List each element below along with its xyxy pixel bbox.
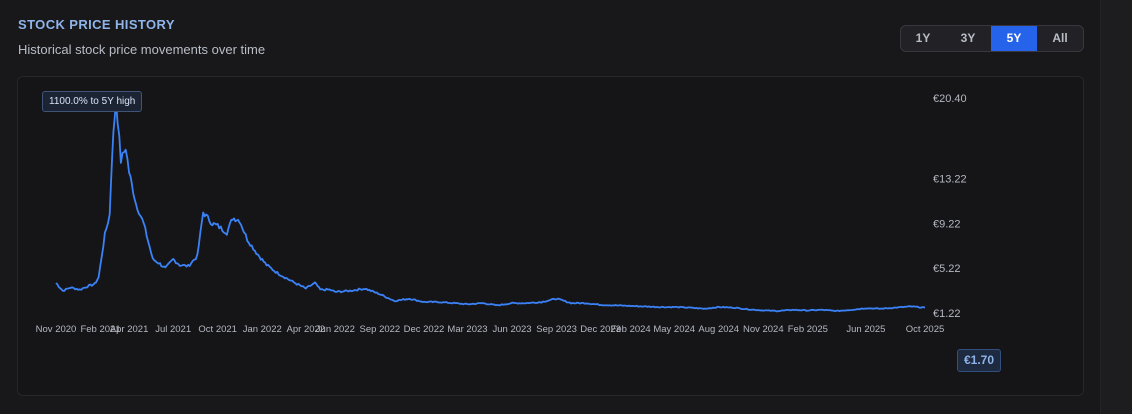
- x-tick-label: Sep 2022: [360, 324, 401, 335]
- x-tick-label: Aug 2024: [698, 324, 739, 335]
- x-tick-label: Sep 2023: [536, 324, 577, 335]
- x-tick-label: May 2024: [653, 324, 695, 335]
- current-price-badge: €1.70: [957, 349, 1002, 372]
- y-tick-label: €9.22: [933, 218, 961, 230]
- y-tick-label: €1.22: [933, 308, 961, 320]
- y-tick-label: €13.22: [933, 173, 967, 185]
- x-tick-label: Nov 2024: [743, 324, 784, 335]
- five-year-high-badge: 1100.0% to 5Y high: [42, 91, 143, 112]
- price-series-line: [55, 98, 926, 313]
- x-tick-label: Jun 2025: [846, 324, 885, 335]
- x-tick-label: Feb 2025: [788, 324, 828, 335]
- x-tick-label: Apr 2021: [110, 324, 149, 335]
- x-tick-label: Jun 2022: [316, 324, 355, 335]
- x-tick-label: Mar 2023: [447, 324, 487, 335]
- y-tick-label: €20.40: [933, 93, 967, 105]
- x-tick-label: Nov 2020: [36, 324, 77, 335]
- x-tick-label: Feb 2024: [611, 324, 651, 335]
- x-tick-label: Jan 2022: [243, 324, 282, 335]
- x-tick-label: Oct 2025: [906, 324, 945, 335]
- x-tick-label: Jul 2021: [155, 324, 191, 335]
- x-tick-label: Jun 2023: [492, 324, 531, 335]
- x-tick-label: Oct 2021: [198, 324, 237, 335]
- y-tick-label: €5.22: [933, 263, 961, 275]
- x-tick-label: Dec 2022: [404, 324, 445, 335]
